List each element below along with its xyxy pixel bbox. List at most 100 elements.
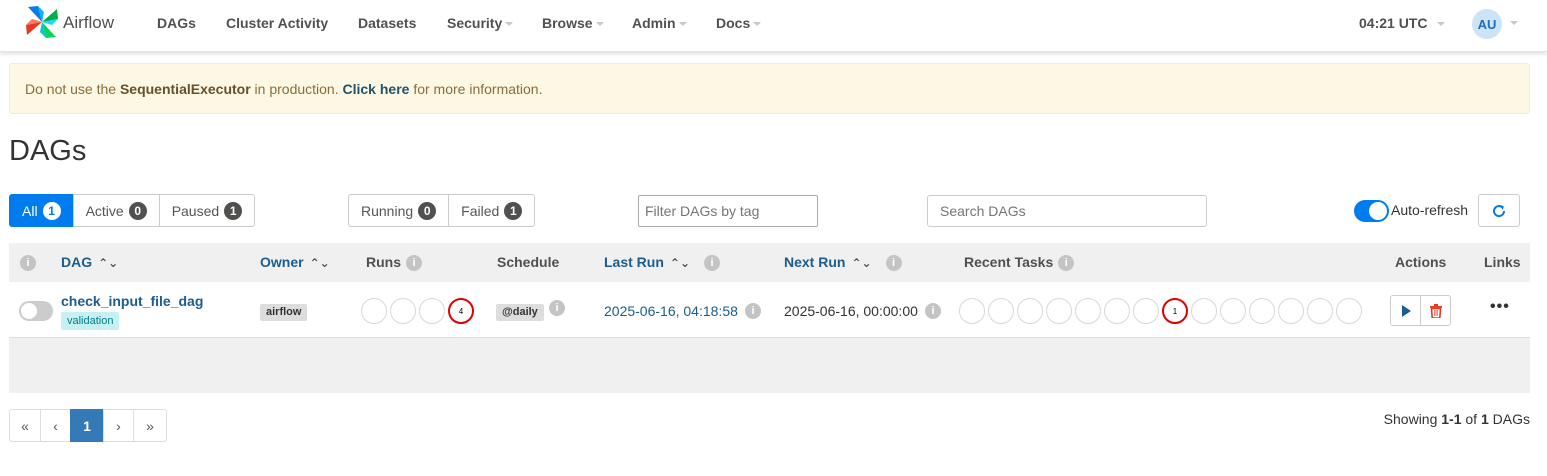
count-badge: 1 xyxy=(42,201,61,220)
header-next-run[interactable]: Next Run ⌃⌄ i xyxy=(784,254,902,272)
delete-dag-button[interactable] xyxy=(1420,295,1451,326)
actions-group xyxy=(1390,295,1451,326)
info-icon: i xyxy=(704,255,720,272)
prev-page-button[interactable]: ‹ xyxy=(40,409,71,442)
info-icon: i xyxy=(925,303,941,319)
auto-refresh-toggle[interactable] xyxy=(1354,200,1389,222)
runs-circles: 4 xyxy=(361,298,477,324)
page-title: DAGs xyxy=(9,135,87,167)
task-state-circle[interactable] xyxy=(1307,298,1333,324)
info-icon: i xyxy=(549,300,565,316)
run-state-circle[interactable] xyxy=(419,298,445,324)
top-navbar: Airflow DAGs Cluster Activity Datasets S… xyxy=(0,0,1547,52)
task-state-circle-failed[interactable]: 1 xyxy=(1162,298,1188,324)
task-state-circle[interactable] xyxy=(988,298,1014,324)
task-state-circle[interactable] xyxy=(1249,298,1275,324)
header-links: Links xyxy=(1484,254,1521,270)
alert-text: for more information. xyxy=(409,81,543,97)
task-state-circle[interactable] xyxy=(1075,298,1101,324)
header-schedule: Schedule xyxy=(497,254,560,270)
refresh-button[interactable] xyxy=(1478,194,1520,227)
search-input[interactable] xyxy=(927,195,1207,227)
count-badge: 0 xyxy=(418,201,437,220)
nav-dags[interactable]: DAGs xyxy=(157,15,196,31)
next-page-button[interactable]: › xyxy=(103,409,134,442)
run-state-circle[interactable] xyxy=(361,298,387,324)
task-state-circle[interactable] xyxy=(1046,298,1072,324)
alert-link[interactable]: Click here xyxy=(343,81,410,97)
alert-text: in production. xyxy=(250,81,343,97)
header-last-run[interactable]: Last Run ⌃⌄ i xyxy=(604,254,720,272)
last-run-link[interactable]: 2025-06-16, 04:18:58 xyxy=(604,303,738,319)
refresh-icon xyxy=(1493,204,1506,217)
status-filter-group: All 1 Active 0 Paused 1 xyxy=(9,194,256,227)
more-links-icon[interactable]: ••• xyxy=(1490,298,1510,316)
alert-text: Do not use the xyxy=(25,81,120,97)
nav-docs[interactable]: Docs xyxy=(716,15,762,31)
trigger-dag-button[interactable] xyxy=(1390,295,1421,326)
airflow-logo-icon xyxy=(26,6,58,38)
task-state-circle[interactable] xyxy=(1104,298,1130,324)
filter-all-button[interactable]: All 1 xyxy=(9,194,74,227)
header-dag[interactable]: DAG ⌃⌄ xyxy=(61,254,118,270)
brand-name: Airflow xyxy=(63,13,115,32)
nav-security[interactable]: Security xyxy=(447,15,514,31)
tag-filter-input[interactable] xyxy=(638,195,818,227)
chevron-down-icon xyxy=(678,22,687,27)
info-icon: i xyxy=(745,303,761,319)
task-state-circle[interactable] xyxy=(1191,298,1217,324)
owner-badge[interactable]: airflow xyxy=(260,304,308,321)
trash-icon xyxy=(1429,303,1442,318)
recent-tasks-circles: 1 xyxy=(959,298,1365,324)
filter-paused-button[interactable]: Paused 1 xyxy=(158,194,256,227)
nav-browse[interactable]: Browse xyxy=(542,15,604,31)
filter-failed-button[interactable]: Failed 1 xyxy=(448,194,536,227)
task-state-circle[interactable] xyxy=(1220,298,1246,324)
nav-admin[interactable]: Admin xyxy=(632,15,687,31)
filter-running-button[interactable]: Running 0 xyxy=(348,194,450,227)
dag-pause-toggle[interactable] xyxy=(19,301,53,321)
page-1-button[interactable]: 1 xyxy=(70,409,104,442)
play-icon xyxy=(1401,304,1411,317)
task-state-circle[interactable] xyxy=(1133,298,1159,324)
brand[interactable]: Airflow xyxy=(22,3,114,41)
count-badge: 1 xyxy=(504,201,523,220)
warning-alert: Do not use the SequentialExecutor in pro… xyxy=(9,63,1530,114)
nav-cluster-activity[interactable]: Cluster Activity xyxy=(226,15,328,31)
utc-clock[interactable]: 04:21 UTC xyxy=(1359,15,1446,31)
count-badge: 0 xyxy=(128,201,147,220)
count-badge: 1 xyxy=(224,201,243,220)
task-state-circle[interactable] xyxy=(959,298,985,324)
run-state-circle-failed[interactable]: 4 xyxy=(448,298,474,324)
showing-count: Showing 1-1 of 1 DAGs xyxy=(1383,411,1530,427)
chevron-down-icon xyxy=(1510,21,1518,25)
sort-icon: ⌃⌄ xyxy=(98,256,119,271)
dag-id-link[interactable]: check_input_file_dag xyxy=(61,293,203,309)
nav-datasets[interactable]: Datasets xyxy=(358,15,416,31)
alert-executor: SequentialExecutor xyxy=(119,81,251,97)
filter-active-button[interactable]: Active 0 xyxy=(72,194,160,227)
schedule-badge[interactable]: @daily xyxy=(496,304,544,321)
pagination: « ‹ 1 › » xyxy=(9,409,167,442)
chevron-down-icon xyxy=(595,22,604,27)
header-actions: Actions xyxy=(1395,254,1447,270)
chevron-down-icon xyxy=(505,22,514,27)
header-owner[interactable]: Owner ⌃⌄ xyxy=(260,254,330,270)
task-state-circle[interactable] xyxy=(1278,298,1304,324)
info-icon: i xyxy=(406,255,422,272)
header-runs: Runs i xyxy=(366,254,422,272)
run-state-circle[interactable] xyxy=(390,298,416,324)
task-state-circle[interactable] xyxy=(1336,298,1362,324)
info-icon: i xyxy=(20,255,36,272)
first-page-button[interactable]: « xyxy=(9,409,41,442)
table-header: i DAG ⌃⌄ Owner ⌃⌄ Runs i Schedule Last Run ⌃… xyxy=(9,243,1530,282)
sort-icon: ⌃⌄ xyxy=(669,256,690,271)
dag-tag[interactable]: validation xyxy=(61,312,120,330)
task-state-circle[interactable] xyxy=(1017,298,1043,324)
user-avatar[interactable]: AU xyxy=(1472,9,1502,39)
last-page-button[interactable]: » xyxy=(133,409,167,442)
next-run-text: 2025-06-16, 00:00:00 xyxy=(784,303,918,319)
info-icon: i xyxy=(1058,255,1075,272)
info-icon: i xyxy=(885,255,902,272)
table-row: check_input_file_dag validation airflow … xyxy=(9,282,1530,338)
